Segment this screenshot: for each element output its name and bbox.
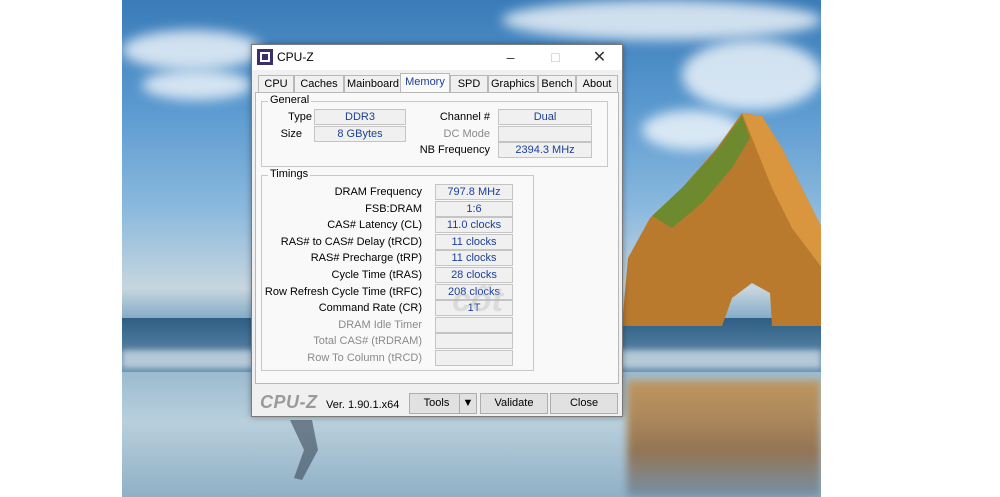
timing-value: 1:6 xyxy=(435,200,513,217)
tab-memory[interactable]: Memory xyxy=(400,73,450,94)
tools-button[interactable]: Tools xyxy=(409,393,464,414)
maximize-icon[interactable]: □ xyxy=(533,45,578,70)
timing-label: Command Rate (CR) xyxy=(318,302,422,315)
watermark: cốt xyxy=(452,281,503,319)
timing-value xyxy=(435,350,513,366)
size-value: 8 GBytes xyxy=(314,126,406,142)
timing-value: 11 clocks xyxy=(435,250,513,267)
dcmode-value xyxy=(498,126,592,142)
tab-cpu[interactable]: CPU xyxy=(258,75,294,93)
tab-graphics[interactable]: Graphics xyxy=(488,75,538,93)
tab-about[interactable]: About xyxy=(576,75,618,93)
minimize-icon[interactable]: – xyxy=(488,45,533,70)
timing-label: DRAM Idle Timer xyxy=(338,318,422,331)
close-button[interactable]: Close xyxy=(550,393,618,414)
memory-panel: General Type DDR3 Size 8 GBytes Channel … xyxy=(255,92,619,384)
cpu-z-app-icon xyxy=(257,49,273,65)
timings-group-title: Timings xyxy=(268,168,311,180)
close-icon[interactable]: ✕ xyxy=(577,45,622,70)
type-value: DDR3 xyxy=(314,109,406,125)
nbfreq-label: NB Frequency xyxy=(419,144,490,156)
timings-group: Timings DRAM Frequency 797.8 MHz FSB:DRAM 1… xyxy=(261,168,534,371)
tab-caches[interactable]: Caches xyxy=(294,75,344,93)
general-group: General Type DDR3 Size 8 GBytes Channel … xyxy=(261,94,608,167)
timing-label: FSB:DRAM xyxy=(365,202,422,215)
general-group-title: General xyxy=(268,94,312,106)
validate-button[interactable]: Validate xyxy=(480,393,548,414)
cpuz-brand-logo: CPU-Z xyxy=(260,392,318,412)
type-label: Type xyxy=(288,111,312,123)
title-bar[interactable]: CPU-Z – □ ✕ xyxy=(252,45,622,70)
timing-label: RAS# Precharge (tRP) xyxy=(310,252,422,265)
channel-value: Dual xyxy=(498,109,592,125)
timing-value: 797.8 MHz xyxy=(435,184,513,200)
version-label: Ver. 1.90.1.x64 xyxy=(326,399,400,411)
rock-arch-image xyxy=(622,113,821,326)
timing-label: RAS# to CAS# Delay (tRCD) xyxy=(280,235,422,248)
timing-value xyxy=(435,333,513,350)
timing-label: CAS# Latency (CL) xyxy=(327,219,422,232)
timing-label: Row To Column (tRCD) xyxy=(307,352,422,364)
cpuz-window: CPU-Z – □ ✕ CPU Caches Mainboard Memory … xyxy=(251,44,623,417)
timing-label: Cycle Time (tRAS) xyxy=(331,269,422,281)
timing-label: DRAM Frequency xyxy=(334,186,422,198)
footer-bar: CPU-Z Ver. 1.90.1.x64 Tools ▼ Validate C… xyxy=(252,390,622,415)
dcmode-label: DC Mode xyxy=(443,128,490,140)
channel-label: Channel # xyxy=(439,111,490,123)
window-title: CPU-Z xyxy=(277,50,314,64)
nbfreq-value: 2394.3 MHz xyxy=(498,142,592,158)
tab-mainboard[interactable]: Mainboard xyxy=(344,75,402,93)
size-label: Size xyxy=(280,128,302,140)
tab-bench[interactable]: Bench xyxy=(538,75,576,93)
tab-spd[interactable]: SPD xyxy=(450,75,488,93)
timing-value: 11 clocks xyxy=(435,233,513,250)
timing-value: 11.0 clocks xyxy=(435,217,513,234)
triangle-down-icon[interactable]: ▼ xyxy=(459,393,477,414)
timing-label: Row Refresh Cycle Time (tRFC) xyxy=(264,285,422,298)
timing-label: Total CAS# (tRDRAM) xyxy=(313,335,422,348)
